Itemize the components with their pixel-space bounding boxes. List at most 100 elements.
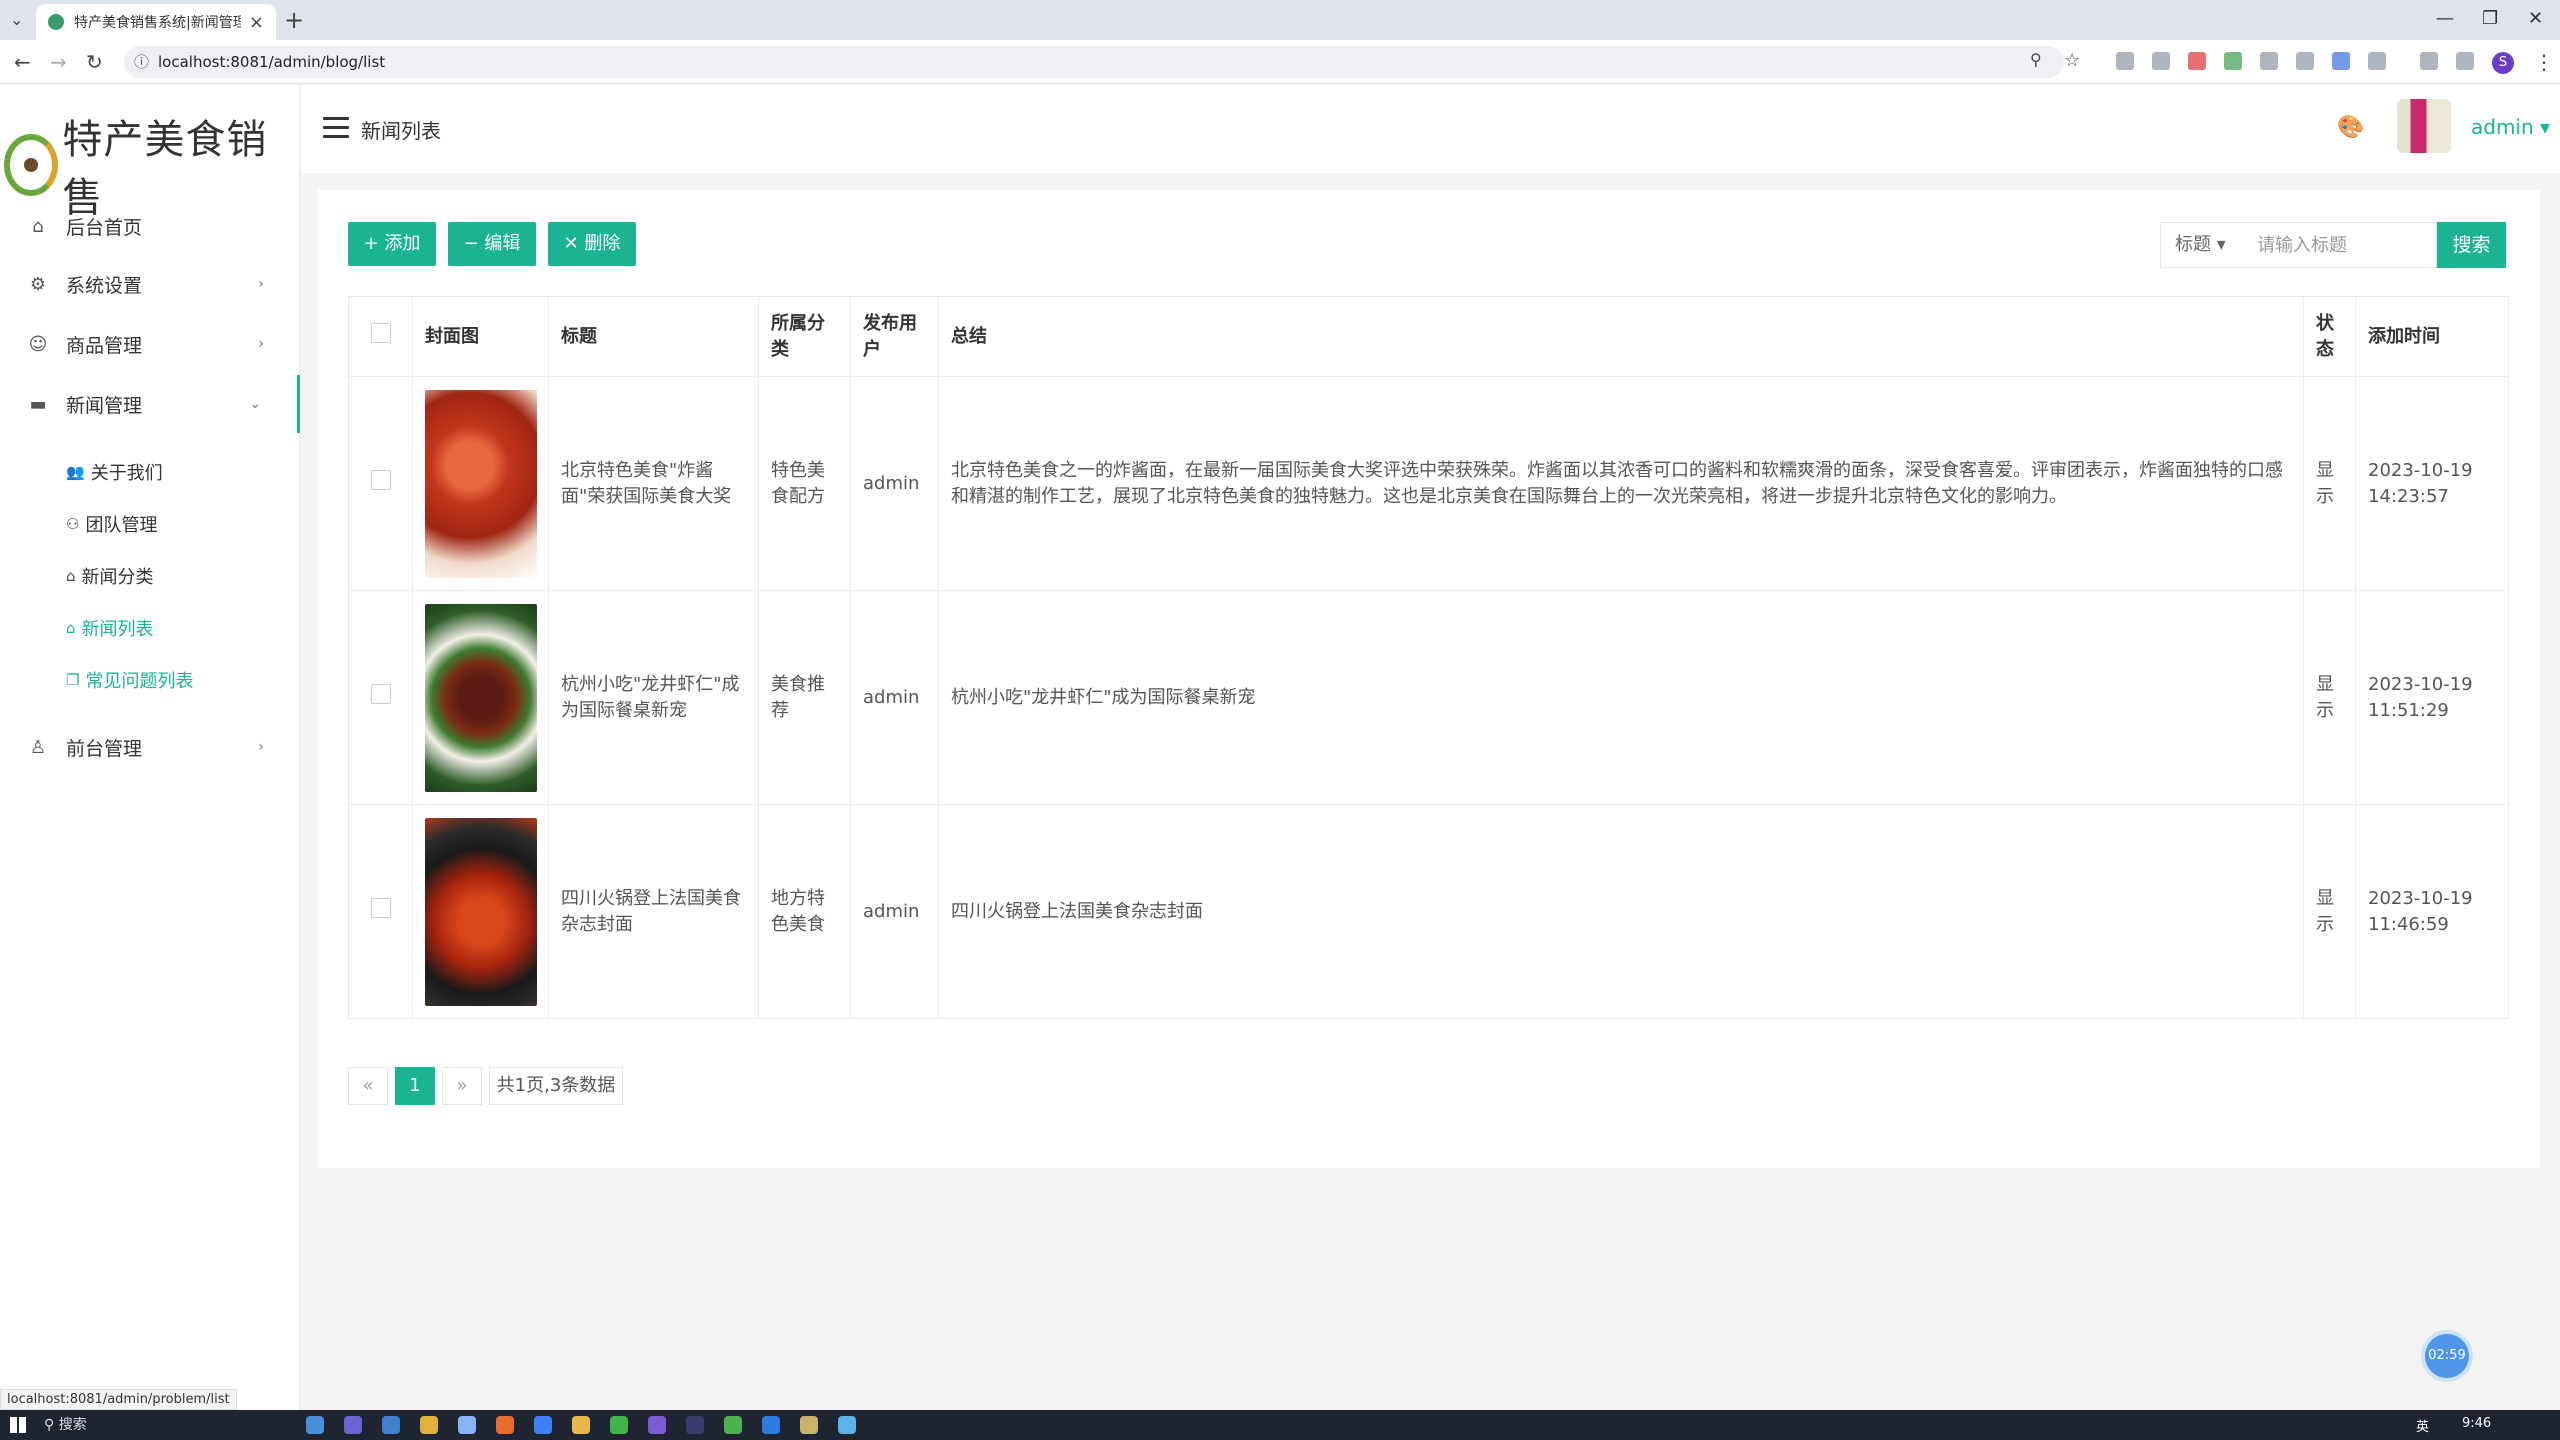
extensions-puzzle-icon[interactable]	[2368, 52, 2386, 70]
start-icon[interactable]	[10, 1417, 26, 1433]
delete-button[interactable]: ✕ 删除	[548, 222, 636, 266]
taskbar-app-icon[interactable]	[800, 1416, 818, 1434]
sidebar-item-home[interactable]: ⌂ 后台首页	[0, 197, 300, 255]
extension-icon[interactable]	[2188, 52, 2206, 70]
site-info-icon[interactable]: ⓘ	[134, 46, 149, 78]
sidebar-subitem-news-list[interactable]: ⌂ 新闻列表	[66, 615, 154, 641]
chevron-right-icon: ›	[258, 336, 264, 352]
profile-avatar[interactable]: S	[2492, 52, 2514, 74]
pagination-next[interactable]: »	[442, 1067, 482, 1105]
search-input[interactable]	[2243, 222, 2437, 268]
address-bar[interactable]: ⓘ localhost:8081/admin/blog/list	[124, 46, 2064, 78]
sidebar-subitem-team[interactable]: ⚇ 团队管理	[66, 511, 157, 537]
taskbar-search-label: 搜索	[58, 1417, 87, 1433]
table-row[interactable]: 杭州小吃"龙井虾仁"成为国际餐桌新宠 美食推荐 admin 杭州小吃"龙井虾仁"…	[348, 590, 2509, 805]
taskbar-app-icon[interactable]	[762, 1416, 780, 1434]
pagination-prev[interactable]: «	[348, 1067, 388, 1105]
sidepanel-icon[interactable]	[2456, 52, 2474, 70]
sidebar-item-news[interactable]: ▬ 新闻管理 ⌄	[0, 375, 300, 433]
new-tab-icon[interactable]: +	[284, 6, 304, 34]
avatar[interactable]	[2397, 99, 2451, 153]
sidebar-item-goods[interactable]: ☺ 商品管理 ›	[0, 315, 300, 373]
user-icon: ♙	[29, 736, 47, 758]
tag-icon: ⌂	[66, 619, 76, 637]
search-field-select[interactable]: 标题 ▾	[2160, 222, 2244, 268]
user-cell: admin	[850, 804, 939, 1019]
taskbar-app-icon[interactable]	[382, 1416, 400, 1434]
team-icon: ⚇	[66, 515, 80, 533]
extension-icon[interactable]	[2260, 52, 2278, 70]
table-row[interactable]: 四川火锅登上法国美食杂志封面 地方特色美食 admin 四川火锅登上法国美食杂志…	[348, 804, 2509, 1019]
pagination-info: 共1页,3条数据	[489, 1067, 623, 1105]
tab-list-icon[interactable]: ⌄	[10, 10, 23, 29]
sidebar-subitem-label: 常见问题列表	[85, 671, 194, 692]
download-icon[interactable]	[2420, 52, 2438, 70]
extension-icon[interactable]	[2224, 52, 2242, 70]
folder-icon[interactable]	[572, 1416, 590, 1434]
extension-icon[interactable]	[2116, 52, 2134, 70]
bookmark-star-icon[interactable]: ☆	[2064, 50, 2080, 71]
chevron-right-icon: ›	[258, 739, 264, 755]
taskbar-search[interactable]: ⚲ 搜索	[44, 1414, 284, 1436]
translate-icon[interactable]	[2332, 52, 2350, 70]
row-checkbox[interactable]	[370, 683, 391, 704]
taskbar-app-icon[interactable]	[496, 1416, 514, 1434]
reload-icon[interactable]: ↻	[86, 50, 103, 74]
input-language[interactable]: 英	[2416, 1416, 2429, 1435]
cover-image	[425, 389, 537, 578]
taskbar-app-icon[interactable]	[306, 1416, 324, 1434]
user-cell: admin	[850, 376, 939, 591]
row-checkbox[interactable]	[370, 897, 391, 918]
summary-cell: 四川火锅登上法国美食杂志封面	[938, 804, 2304, 1019]
taskbar-app-icon[interactable]	[838, 1416, 856, 1434]
table-row[interactable]: 北京特色美食"炸酱面"荣获国际美食大奖 特色美食配方 admin 北京特色美食之…	[348, 376, 2509, 591]
restore-icon[interactable]: ❐	[2482, 8, 2498, 29]
user-cell: admin	[850, 590, 939, 805]
taskbar-app-icon[interactable]	[344, 1416, 362, 1434]
user-menu[interactable]: admin ▾	[2471, 115, 2550, 139]
sidebar-item-settings[interactable]: ⚙ 系统设置 ›	[0, 255, 300, 313]
status-cell: 显示	[2303, 376, 2356, 591]
taskbar-app-icon[interactable]	[724, 1416, 742, 1434]
edit-button[interactable]: − 编辑	[448, 222, 536, 266]
browser-tab[interactable]: 特产美食销售系统|新闻管理-新 ×	[36, 4, 276, 40]
window-close-icon[interactable]: ✕	[2528, 8, 2543, 29]
content-panel: + 添加 − 编辑 ✕ 删除 标题 ▾ 搜索 封面图 标题 所属分类 发布用户 …	[318, 190, 2540, 1168]
taskbar-app-icon[interactable]	[458, 1416, 476, 1434]
extension-icon[interactable]	[2296, 52, 2314, 70]
sidebar: 特产美食销售 ⌂ 后台首页 ⚙ 系统设置 › ☺ 商品管理 › ▬ 新闻管理 ⌄…	[0, 85, 300, 1410]
sidebar-subitem-news-category[interactable]: ⌂ 新闻分类	[66, 563, 154, 589]
wechat-icon[interactable]	[610, 1416, 628, 1434]
taskbar-app-icon[interactable]	[686, 1416, 704, 1434]
taskbar-app-icon[interactable]	[534, 1416, 552, 1434]
users-icon: 👥	[66, 463, 85, 481]
theme-palette-icon[interactable]: 🎨	[2337, 115, 2364, 140]
forward-icon[interactable]: →	[50, 50, 67, 74]
title-cell: 四川火锅登上法国美食杂志封面	[548, 804, 759, 1019]
column-header: 状态	[2303, 296, 2356, 377]
sidebar-subitem-faq[interactable]: ❐ 常见问题列表	[66, 667, 193, 693]
pagination-page-1[interactable]: 1	[395, 1067, 435, 1105]
search-button[interactable]: 搜索	[2437, 222, 2506, 268]
time-cell: 2023-10-19 14:23:57	[2355, 376, 2509, 591]
select-all-checkbox[interactable]	[370, 322, 391, 343]
comment-icon: ▬	[29, 393, 47, 415]
back-icon[interactable]: ←	[14, 50, 31, 74]
column-header: 封面图	[412, 296, 549, 377]
sidebar-item-frontend[interactable]: ♙ 前台管理 ›	[0, 718, 300, 776]
close-tab-icon[interactable]: ×	[249, 12, 264, 33]
cover-image	[425, 603, 537, 792]
sidebar-subitem-about[interactable]: 👥 关于我们	[66, 459, 163, 485]
extension-icon[interactable]	[2152, 52, 2170, 70]
chrome-icon[interactable]	[420, 1416, 438, 1434]
zoom-icon[interactable]: ⚲	[2030, 50, 2042, 69]
menu-toggle-icon[interactable]	[323, 117, 349, 138]
more-menu-icon[interactable]: ⋮	[2534, 50, 2554, 74]
add-button[interactable]: + 添加	[348, 222, 436, 266]
minimize-icon[interactable]: —	[2436, 8, 2454, 29]
timer-badge[interactable]: 02:59	[2425, 1334, 2469, 1378]
row-checkbox[interactable]	[370, 469, 391, 490]
taskbar-app-icon[interactable]	[648, 1416, 666, 1434]
favicon-icon	[48, 14, 64, 30]
summary-cell: 北京特色美食之一的炸酱面，在最新一届国际美食大奖评选中荣获殊荣。炸酱面以其浓香可…	[938, 376, 2304, 591]
